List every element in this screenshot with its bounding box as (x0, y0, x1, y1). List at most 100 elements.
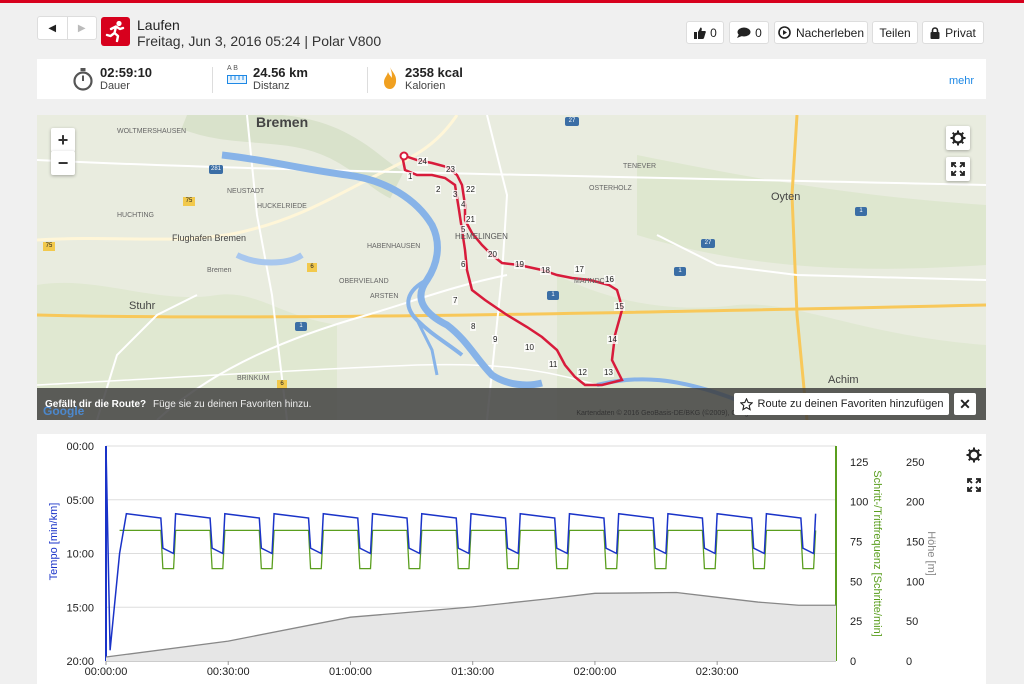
map-label: ARSTEN (370, 293, 399, 300)
distance-label: Distanz (253, 80, 290, 92)
map-label-city: Bremen (256, 115, 309, 130)
zoom-out-button[interactable]: − (51, 151, 75, 175)
map-label: OBERVIELAND (339, 278, 389, 285)
chart-settings-button[interactable] (962, 443, 986, 467)
road-badge: 6 (307, 263, 317, 272)
route-km-marker: 13 (603, 368, 614, 377)
stat-divider (212, 67, 213, 93)
altitude-tick-label: 100 (906, 576, 924, 588)
road-badge: 1 (855, 207, 867, 216)
summary-stats-bar: 02:59:10 Dauer A B 24.56 km Distanz 2358… (37, 59, 986, 99)
banner-text: Füge sie zu deinen Favoriten hinzu. (153, 399, 312, 410)
altitude-tick-label: 250 (906, 457, 924, 469)
activity-chart-panel: 00:00 05:00 10:00 15:00 20:00 00:00:00 00:30:0… (37, 434, 986, 684)
banner-question: Gefällt dir die Route? (45, 399, 147, 410)
replay-button[interactable]: Nacherleben (774, 21, 868, 44)
route-km-marker: 21 (465, 215, 476, 224)
share-label: Teilen (879, 25, 911, 40)
add-favorite-route-button[interactable]: Route zu deinen Favoriten hinzufügen (734, 393, 949, 415)
altitude-area (106, 592, 836, 661)
route-km-marker: 15 (614, 302, 625, 311)
stat-duration: 02:59:10 Dauer (72, 59, 212, 99)
altitude-tick-label: 200 (906, 497, 924, 509)
cadence-tick-label: 0 (850, 656, 856, 668)
x-tick-label: 02:00:00 (574, 666, 617, 678)
calories-label: Kalorien (405, 80, 446, 92)
close-banner-button[interactable]: ✕ (954, 393, 976, 415)
chevron-left-icon: ◀ (48, 22, 57, 34)
road-badge: 1 (295, 322, 307, 331)
close-icon: ✕ (959, 395, 971, 412)
route-km-marker: 3 (452, 190, 459, 199)
cadence-tick-label: 25 (850, 616, 862, 628)
altitude-axis-label: Höhe [m] (925, 531, 937, 576)
cadence-tick-label: 100 (850, 497, 868, 509)
calories-value: 2358 kcal (405, 65, 463, 80)
route-km-marker: 5 (460, 225, 467, 234)
like-button[interactable]: 0 (686, 21, 724, 44)
route-km-marker: 6 (460, 260, 467, 269)
stat-calories: 2358 kcal Kalorien (382, 59, 522, 99)
route-km-marker: 7 (452, 296, 459, 305)
map-label: Stuhr (129, 300, 156, 312)
lock-icon (930, 26, 940, 39)
chart-fullscreen-button[interactable] (962, 473, 986, 497)
route-km-marker: 24 (417, 157, 428, 166)
cadence-axis-label: Schritt-/Trittfrequenz [Schritte/min] (871, 470, 883, 636)
map-settings-button[interactable] (946, 126, 970, 150)
share-button[interactable]: Teilen (872, 21, 918, 44)
route-km-marker: 14 (607, 335, 618, 344)
altitude-tick-label: 50 (906, 616, 918, 628)
privacy-label: Privat (945, 25, 976, 40)
road-badge: 27 (701, 239, 715, 248)
map-label: HUCHTING (117, 212, 154, 219)
road-badge: 75 (43, 242, 55, 251)
x-tick-label: 00:30:00 (207, 666, 250, 678)
more-link[interactable]: mehr (949, 75, 974, 87)
map-label: Bremen (207, 267, 232, 274)
chevron-right-icon: ▶ (77, 22, 86, 34)
star-icon (739, 397, 753, 411)
stat-divider (367, 67, 368, 93)
map-fullscreen-button[interactable] (946, 157, 970, 181)
road-badge: 27 (565, 117, 579, 126)
route-map[interactable]: Bremen WOLTMERSHAUSEN NEUSTADT HUCKELRIE… (37, 115, 986, 420)
back-button[interactable]: ◀ (38, 17, 67, 39)
map-label: OSTERHOLZ (589, 185, 632, 192)
route-km-marker: 22 (465, 185, 476, 194)
cadence-tick-label: 50 (850, 576, 862, 588)
road-badge: 281 (209, 165, 223, 174)
route-km-marker: 17 (574, 265, 585, 274)
top-accent-bar (0, 0, 1024, 3)
route-km-marker: 8 (470, 322, 477, 331)
map-label: TENEVER (623, 163, 657, 170)
route-km-marker: 19 (514, 260, 525, 269)
cadence-tick-label: 75 (850, 537, 862, 549)
route-km-marker: 12 (577, 368, 588, 377)
tempo-tick-label: 10:00 (66, 549, 94, 561)
activity-date-device: Freitag, Jun 3, 2016 05:24 | Polar V800 (137, 33, 382, 49)
ruler-icon (227, 75, 247, 84)
expand-icon (951, 162, 965, 176)
thumbs-up-icon (694, 27, 706, 39)
comment-button[interactable]: 0 (729, 21, 769, 44)
stopwatch-icon (73, 68, 93, 91)
distance-value: 24.56 km (253, 65, 308, 80)
expand-icon (967, 478, 981, 492)
route-km-marker: 20 (487, 250, 498, 259)
forward-button[interactable]: ▶ (66, 17, 97, 39)
road-badge: 1 (674, 267, 686, 276)
x-tick-label: 00:00:00 (85, 666, 128, 678)
privacy-button[interactable]: Privat (922, 21, 984, 44)
map-label: BRINKUM (237, 375, 270, 382)
map-label: Oyten (771, 191, 801, 203)
map-label: HABENHAUSEN (367, 243, 421, 250)
flame-icon (384, 67, 397, 89)
x-tick-label: 02:30:00 (696, 666, 739, 678)
duration-label: Dauer (100, 80, 130, 92)
road-badge: 1 (547, 291, 559, 300)
zoom-in-button[interactable]: + (51, 128, 75, 152)
comment-count: 0 (755, 25, 762, 40)
tempo-tick-label: 00:00 (66, 441, 94, 453)
route-km-marker: 16 (604, 275, 615, 284)
